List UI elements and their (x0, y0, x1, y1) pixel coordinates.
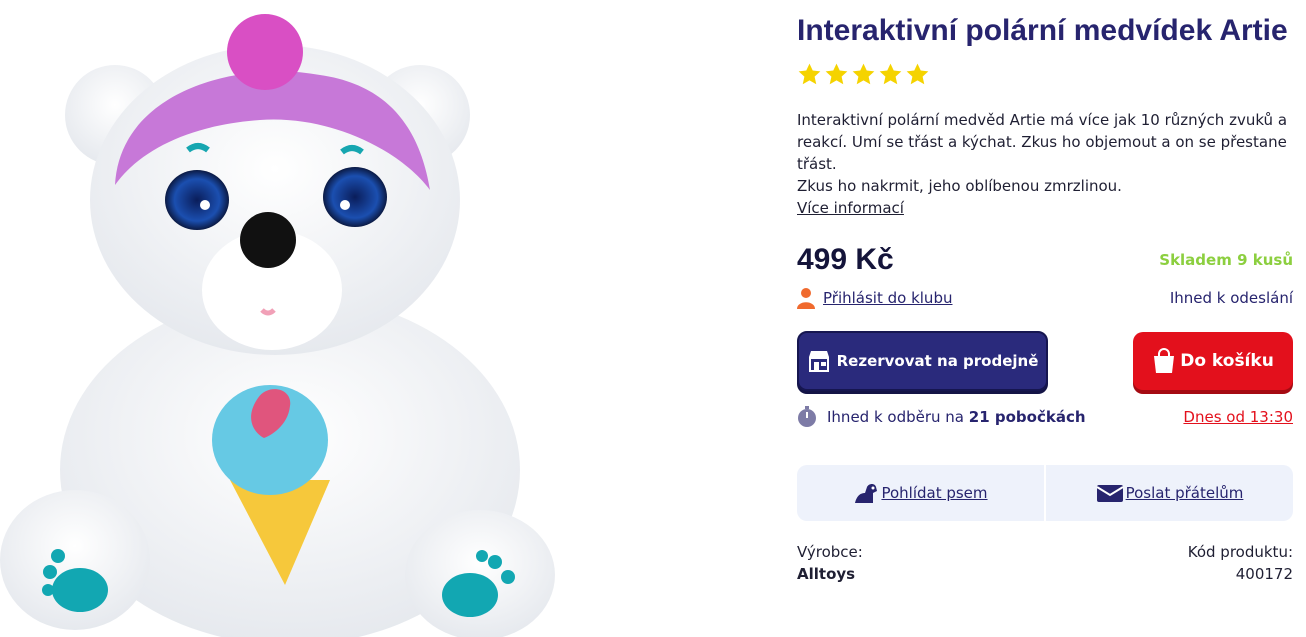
price-row: 499 Kč Skladem 9 kusů (797, 241, 1293, 279)
pickup-time-link[interactable]: Dnes od 13:30 (1183, 408, 1293, 426)
envelope-icon (1096, 485, 1124, 502)
cart-button-label: Do košíku (1180, 351, 1274, 371)
purchase-buttons: Rezervovat na prodejně Do košíku (797, 331, 1293, 391)
shopping-bag-icon (1154, 348, 1175, 373)
watchdog-button[interactable]: Pohlídat psem (797, 465, 1044, 521)
description-line-2: Zkus ho nakrmit, jeho oblíbenou zmrzlino… (797, 177, 1122, 195)
pickup-availability: Ihned k odběru na 21 pobočkách (797, 406, 1086, 428)
star-icon (906, 63, 929, 84)
reserve-button-label: Rezervovat na prodejně (836, 352, 1039, 370)
watchdog-label: Pohlídat psem (881, 484, 988, 502)
star-icon (879, 63, 902, 84)
stock-status: Skladem 9 kusů (1159, 251, 1293, 269)
club-login-label: Přihlásit do klubu (823, 289, 953, 307)
club-login-link[interactable]: Přihlásit do klubu (797, 287, 952, 309)
description-line-1: Interaktivní polární medvěd Artie má víc… (797, 111, 1288, 173)
product-meta: Výrobce: Alltoys Kód produktu: 400172 (797, 541, 1293, 585)
product-code: Kód produktu: 400172 (1188, 541, 1293, 585)
club-row: Přihlásit do klubu Ihned k odeslání (797, 285, 1293, 311)
pickup-prefix: Ihned k odběru na (827, 408, 964, 426)
product-description: Interaktivní polární medvěd Artie má víc… (797, 109, 1293, 219)
dog-icon (855, 484, 878, 503)
manufacturer: Výrobce: Alltoys (797, 541, 863, 585)
store-icon (808, 351, 829, 372)
product-code-label: Kód produktu: (1187, 543, 1293, 561)
star-icon (798, 63, 821, 84)
polar-bear-plush-image (0, 14, 555, 637)
manufacturer-label: Výrobce: (797, 543, 863, 561)
product-title: Interaktivní polární medvídek Artie (797, 14, 1288, 47)
shipping-status: Ihned k odeslání (1169, 289, 1293, 307)
share-with-friends-button[interactable]: Poslat přátelům (1044, 465, 1293, 521)
product-image[interactable] (0, 0, 600, 637)
pickup-row: Ihned k odběru na 21 pobočkách Dnes od 1… (797, 405, 1293, 429)
star-icon (852, 63, 875, 84)
person-icon (797, 288, 815, 309)
secondary-actions: Pohlídat psem Poslat přátelům (797, 465, 1293, 521)
stopwatch-icon (798, 406, 816, 427)
product-price: 499 Kč (797, 243, 894, 276)
reserve-in-store-button[interactable]: Rezervovat na prodejně (797, 331, 1048, 391)
rating-stars[interactable] (797, 59, 1293, 89)
pickup-store-count[interactable]: 21 pobočkách (969, 408, 1086, 426)
manufacturer-value[interactable]: Alltoys (797, 563, 863, 585)
star-icon (825, 63, 848, 84)
add-to-cart-button[interactable]: Do košíku (1133, 332, 1293, 390)
product-code-value: 400172 (1235, 565, 1293, 583)
share-label: Poslat přátelům (1125, 484, 1244, 502)
more-info-link[interactable]: Více informací (797, 197, 904, 219)
product-info: Interaktivní polární medvídek Artie Inte… (797, 10, 1293, 585)
